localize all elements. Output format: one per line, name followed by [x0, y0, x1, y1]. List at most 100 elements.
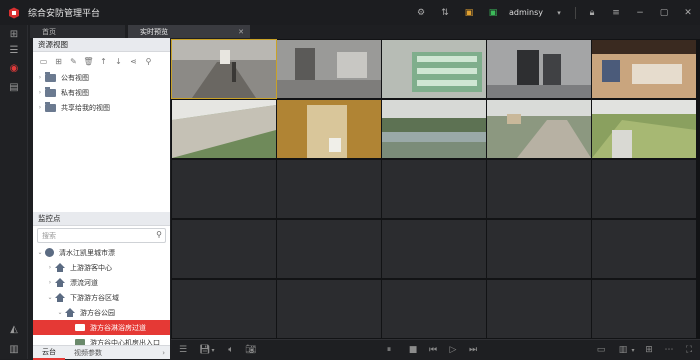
- house-icon: [55, 263, 65, 272]
- move-up-icon[interactable]: ↑: [97, 55, 110, 68]
- volume-icon[interactable]: 🔈︎: [225, 344, 237, 356]
- monitor-header: 监控点: [33, 212, 170, 226]
- status-icon[interactable]: ▣: [486, 6, 500, 20]
- tab-bar: 首页 实时预览 ✕: [28, 25, 700, 38]
- tree-node[interactable]: › 漂流河道: [33, 275, 170, 290]
- more-icon[interactable]: ⋯: [663, 344, 675, 356]
- video-cell[interactable]: [592, 100, 696, 158]
- video-cell-empty[interactable]: [487, 220, 591, 278]
- chevron-right-icon[interactable]: ›: [35, 104, 45, 111]
- tree-node[interactable]: ⌄ 清水江凯里城市漂: [33, 245, 170, 260]
- next-icon[interactable]: ⏭: [467, 344, 479, 356]
- chevron-down-icon[interactable]: ⌄: [45, 294, 55, 301]
- chevron-down-icon[interactable]: ⌄: [55, 309, 65, 316]
- video-cell-empty[interactable]: [277, 160, 381, 218]
- tree-node[interactable]: ⌄ 游方谷公园: [33, 305, 170, 320]
- lock-icon[interactable]: 🔒︎: [585, 6, 599, 20]
- tab-live-preview[interactable]: 实时预览 ✕: [128, 25, 250, 38]
- alarm-icon[interactable]: ▣: [462, 6, 476, 20]
- window-icon[interactable]: ▭: [595, 344, 607, 356]
- tab-live-label: 实时预览: [140, 27, 168, 36]
- user-menu-chevron-icon[interactable]: ▾: [552, 6, 566, 20]
- menu-icon[interactable]: ≡: [609, 6, 623, 20]
- resource-item[interactable]: › 公有视图: [33, 70, 170, 85]
- pause-icon[interactable]: ⏸: [383, 344, 395, 356]
- search-icon[interactable]: ⚲: [142, 55, 155, 68]
- monitor-search-input[interactable]: 搜索 ⚲: [37, 228, 166, 243]
- chevron-down-icon[interactable]: ⌄: [35, 249, 45, 256]
- video-cell[interactable]: [487, 100, 591, 158]
- video-cell[interactable]: [172, 100, 276, 158]
- tree-node-label: 游方谷淋浴房过道: [90, 323, 146, 332]
- video-cell-empty[interactable]: [382, 280, 486, 338]
- list-icon[interactable]: ☰: [7, 43, 21, 57]
- video-cell[interactable]: [382, 40, 486, 98]
- search-icon[interactable]: ⚲: [156, 230, 162, 239]
- video-cell-empty[interactable]: [277, 220, 381, 278]
- video-cell-empty[interactable]: [277, 280, 381, 338]
- tab-ptz[interactable]: 云台: [33, 346, 65, 360]
- add-folder-icon[interactable]: ▭: [37, 55, 50, 68]
- snapshot-icon[interactable]: 📷︎: [245, 344, 257, 356]
- close-icon[interactable]: ✕: [681, 6, 695, 20]
- resource-item[interactable]: › 共享给我的视图: [33, 100, 170, 115]
- sort-icon[interactable]: ⇅: [438, 6, 452, 20]
- resource-item-label: 共享给我的视图: [61, 103, 110, 112]
- video-cell-empty[interactable]: [592, 280, 696, 338]
- previous-icon[interactable]: ⏮: [427, 344, 439, 356]
- chevron-right-icon[interactable]: ›: [35, 74, 45, 81]
- save-dropdown-chevron-icon[interactable]: ▾: [207, 344, 219, 356]
- edit-icon[interactable]: ✎: [67, 55, 80, 68]
- video-cell-empty[interactable]: [487, 280, 591, 338]
- fullscreen-icon[interactable]: ⛶: [683, 344, 695, 356]
- playback-icon[interactable]: ▤: [7, 80, 21, 94]
- play-icon[interactable]: ▷: [447, 344, 459, 356]
- video-feed-shop: [592, 40, 696, 98]
- settings-icon[interactable]: ⚙: [414, 6, 428, 20]
- video-cell-empty[interactable]: [382, 160, 486, 218]
- video-cell[interactable]: [382, 100, 486, 158]
- minimize-icon[interactable]: −: [633, 6, 647, 20]
- chevron-right-icon[interactable]: ›: [162, 349, 165, 357]
- username[interactable]: adminsy: [509, 8, 543, 17]
- maximize-icon[interactable]: ▢: [657, 6, 671, 20]
- broadcast-icon[interactable]: ◭: [7, 322, 21, 336]
- add-view-icon[interactable]: ⊞: [52, 55, 65, 68]
- video-cell-empty[interactable]: [592, 220, 696, 278]
- stop-icon[interactable]: ■: [407, 344, 419, 356]
- tab-video-params[interactable]: 视频参数: [65, 346, 111, 360]
- video-cell-empty[interactable]: [382, 220, 486, 278]
- playback-toolbar: ☰ 💾︎ ▾ 🔈︎ 📷︎ ⏸ ■ ⏮ ▷ ⏭ ▭ ▥ ▾ ⊞ ⋯ ⛶: [171, 339, 700, 359]
- house-icon: [55, 278, 65, 287]
- video-cell-empty[interactable]: [487, 160, 591, 218]
- tab-close-icon[interactable]: ✕: [238, 28, 244, 36]
- list-toggle-icon[interactable]: ☰: [177, 344, 189, 356]
- move-down-icon[interactable]: ↓: [112, 55, 125, 68]
- video-cell[interactable]: [487, 40, 591, 98]
- layout-chevron-icon[interactable]: ▾: [627, 344, 639, 356]
- share-icon[interactable]: ⋖: [127, 55, 140, 68]
- grid-split-icon[interactable]: ⊞: [643, 344, 655, 356]
- chevron-right-icon[interactable]: ›: [45, 264, 55, 271]
- video-cell-empty[interactable]: [172, 220, 276, 278]
- video-cell[interactable]: [277, 100, 381, 158]
- delete-icon[interactable]: 🗑︎: [82, 55, 95, 68]
- video-cell[interactable]: [592, 40, 696, 98]
- preview-icon[interactable]: ◉: [7, 61, 21, 75]
- resource-item-label: 私有视图: [61, 88, 89, 97]
- collapse-icon[interactable]: ▥: [7, 342, 21, 356]
- app-grid-icon[interactable]: ⊞: [7, 27, 21, 41]
- tree-node[interactable]: ⌄ 下游游方谷区域: [33, 290, 170, 305]
- resource-item[interactable]: › 私有视图: [33, 85, 170, 100]
- video-cell[interactable]: [171, 39, 277, 99]
- tab-home[interactable]: 首页: [30, 25, 125, 38]
- globe-icon: [45, 248, 54, 257]
- video-cell-empty[interactable]: [172, 280, 276, 338]
- video-cell-empty[interactable]: [172, 160, 276, 218]
- video-cell-empty[interactable]: [592, 160, 696, 218]
- chevron-right-icon[interactable]: ›: [45, 279, 55, 286]
- video-cell[interactable]: [277, 40, 381, 98]
- tree-node-camera-selected[interactable]: 游方谷淋浴房过道: [33, 320, 170, 335]
- tree-node[interactable]: › 上游游客中心: [33, 260, 170, 275]
- chevron-right-icon[interactable]: ›: [35, 89, 45, 96]
